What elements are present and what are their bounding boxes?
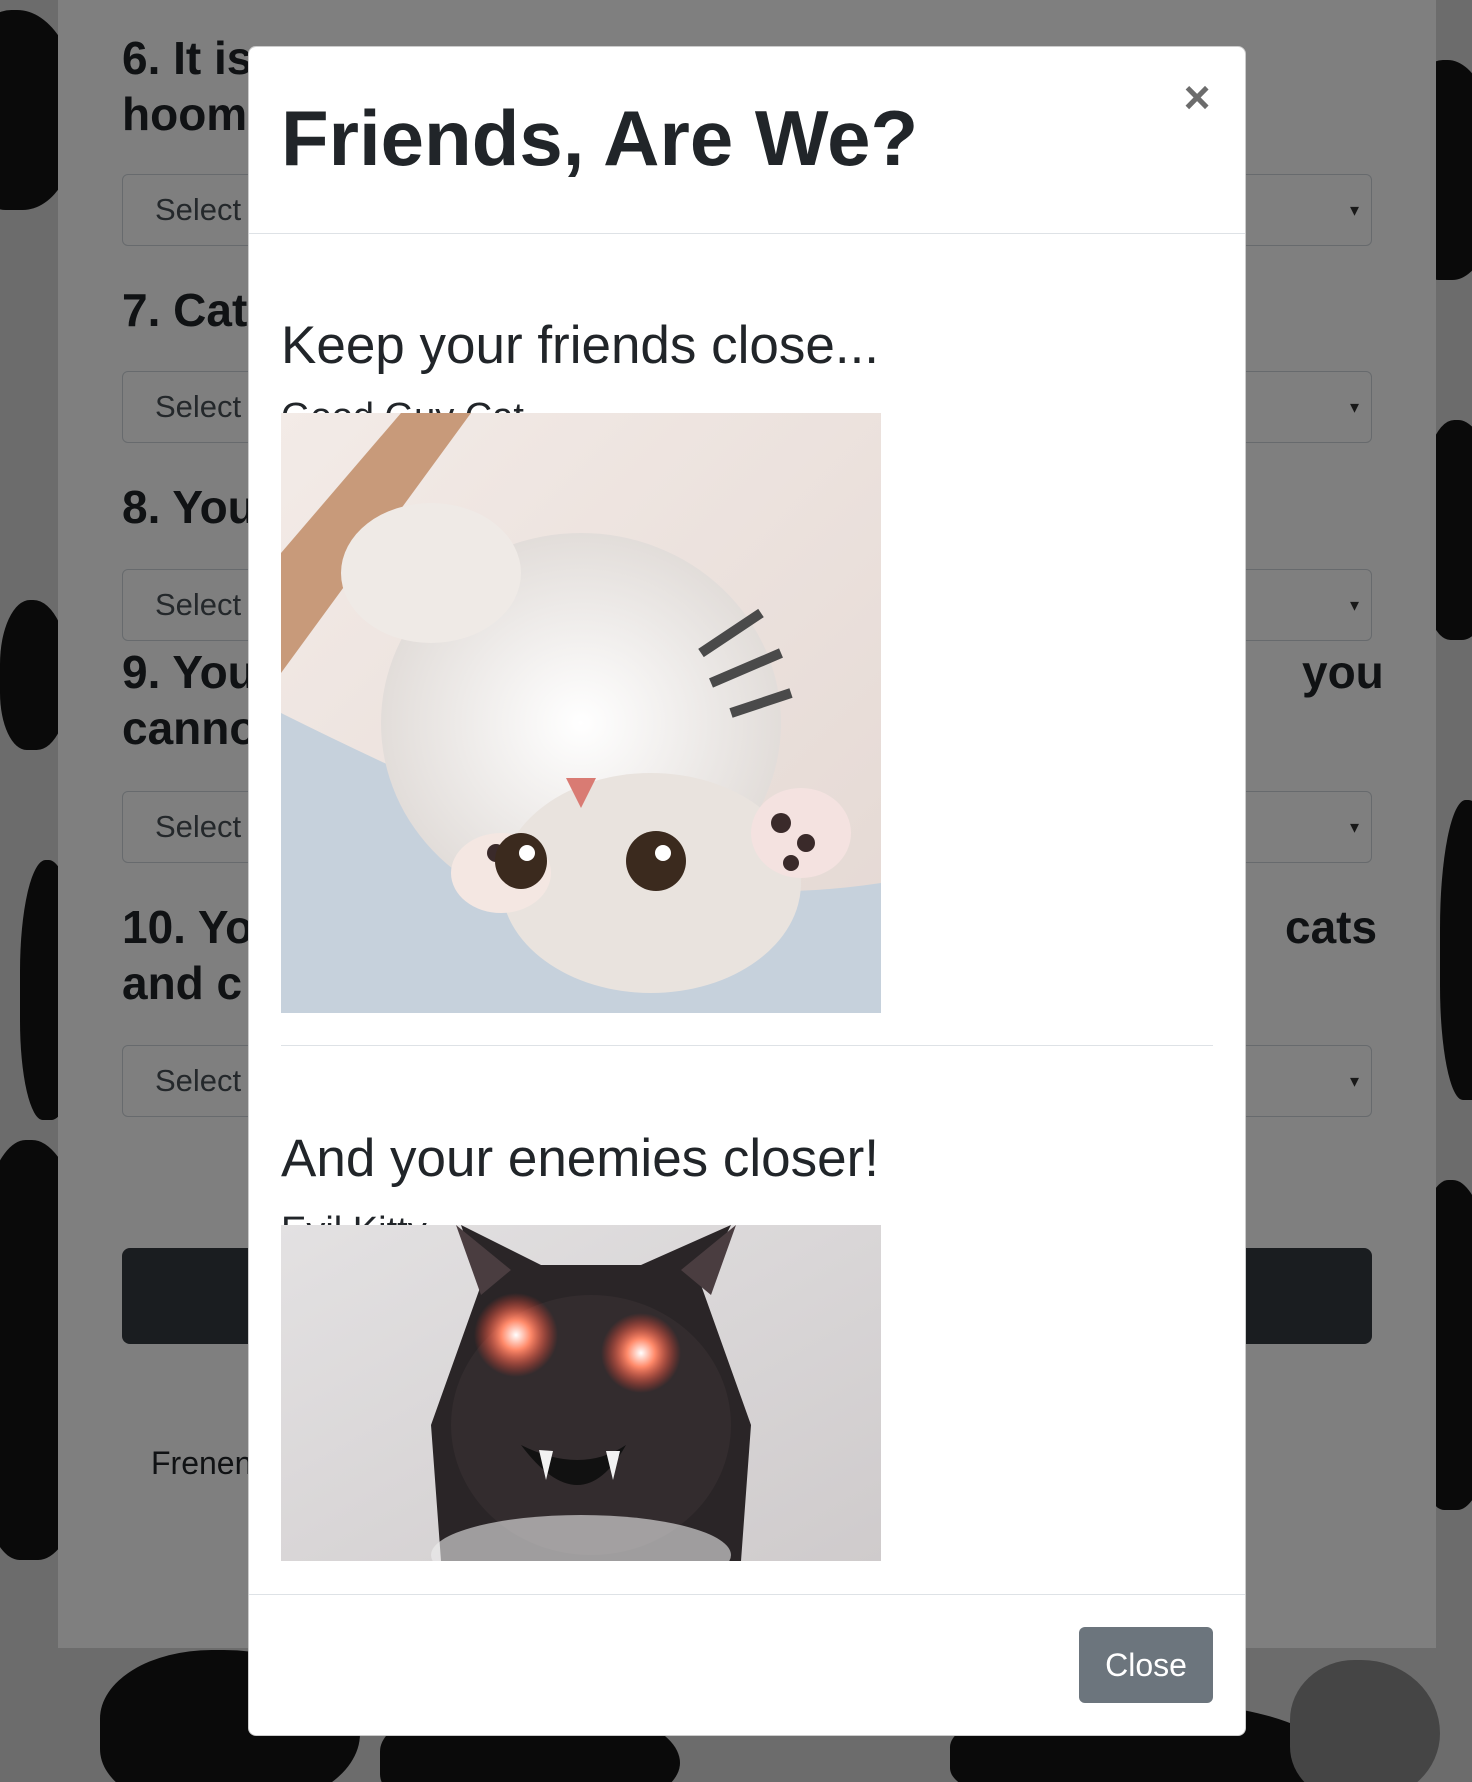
modal-header: Friends, Are We? ×	[249, 47, 1245, 234]
evil-kitty-image	[281, 1225, 881, 1561]
results-modal: Friends, Are We? × Keep your friends clo…	[248, 46, 1246, 1736]
good-guy-cat-image	[281, 413, 881, 1013]
enemies-heading: And your enemies closer!	[281, 1129, 880, 1188]
modal-footer: Close	[249, 1594, 1245, 1735]
friends-heading: Keep your friends close...	[281, 316, 880, 375]
close-button[interactable]: Close	[1079, 1627, 1213, 1703]
close-icon[interactable]: ×	[1179, 74, 1215, 120]
modal-title: Friends, Are We?	[281, 94, 919, 182]
section-divider	[281, 1045, 1213, 1046]
